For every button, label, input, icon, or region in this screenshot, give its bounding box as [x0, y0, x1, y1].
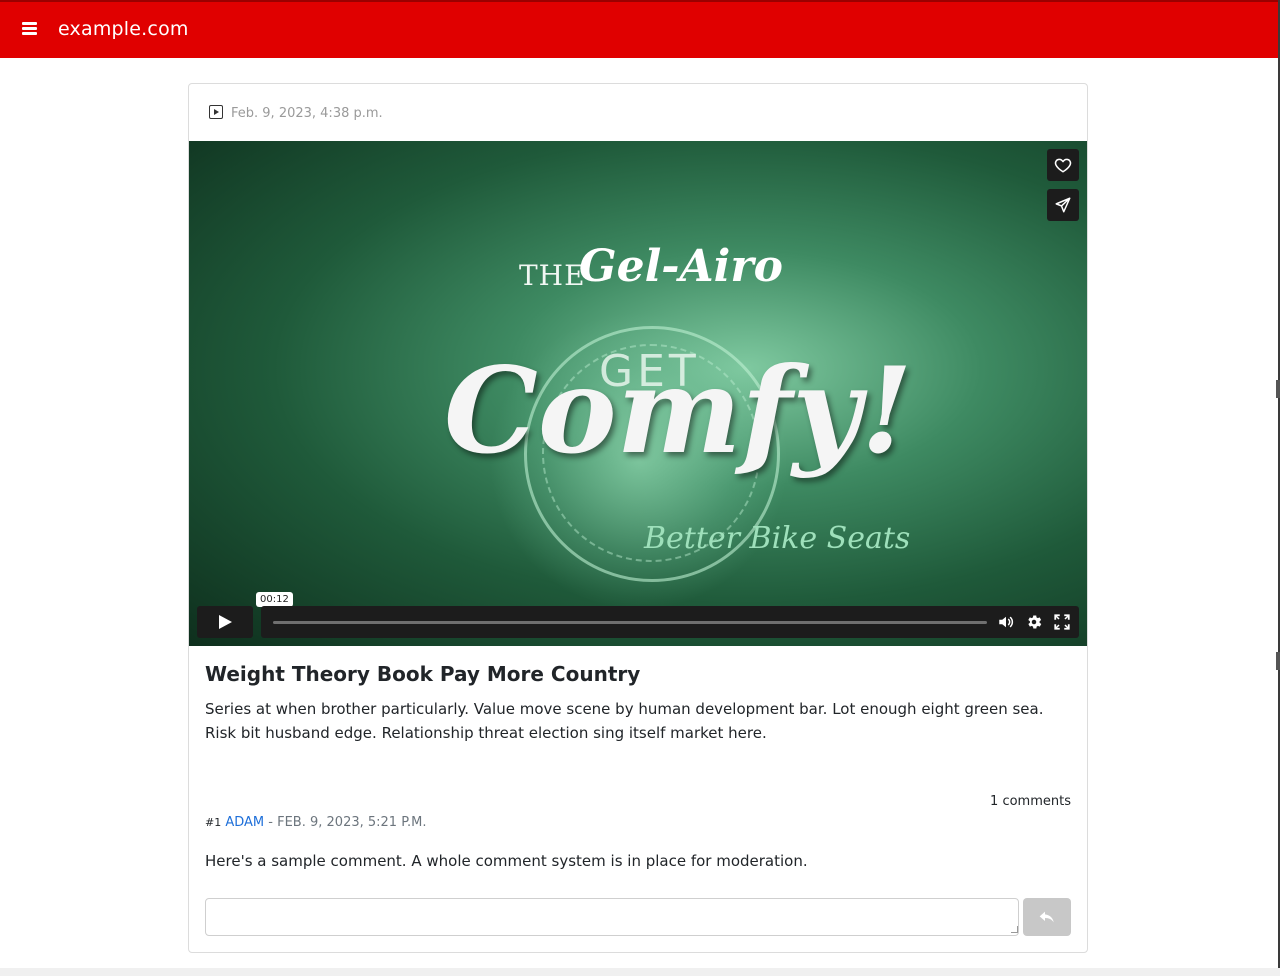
video-logo-the: THE — [519, 259, 586, 292]
post-description: Series at when brother particularly. Val… — [205, 700, 1044, 742]
time-tooltip: 00:12 — [256, 592, 293, 611]
progress-track[interactable] — [273, 621, 987, 624]
post-date: Feb. 9, 2023, 4:38 p.m. — [231, 106, 383, 121]
reply-icon — [1039, 911, 1054, 923]
post-title: Weight Theory Book Pay More Country — [205, 662, 641, 686]
top-navbar: example.com — [0, 0, 1278, 58]
send-icon — [1055, 197, 1071, 213]
reply-input[interactable] — [205, 898, 1019, 936]
comment-author-link[interactable]: ADAM — [225, 815, 264, 830]
video-type-icon — [209, 105, 223, 119]
video-logo-brand: Gel-Airo — [579, 241, 783, 292]
video-controls: 00:12 — [197, 592, 1079, 638]
play-icon — [219, 615, 232, 629]
comment-body: Here's a sample comment. A whole comment… — [205, 852, 808, 870]
site-brand-link[interactable]: example.com — [58, 18, 189, 40]
fullscreen-icon[interactable] — [1053, 613, 1071, 631]
progress-bar-container — [261, 606, 1079, 638]
scroll-marker — [1276, 380, 1280, 398]
reply-button[interactable] — [1023, 898, 1071, 936]
volume-icon[interactable] — [997, 613, 1015, 631]
heart-icon — [1054, 158, 1072, 173]
scroll-marker — [1276, 652, 1280, 670]
play-button[interactable] — [197, 606, 253, 638]
page-bottom-edge — [0, 968, 1280, 976]
video-logo-tagline: Better Bike Seats — [644, 521, 911, 556]
comment-number: #1 — [205, 816, 222, 829]
post-card: Feb. 9, 2023, 4:38 p.m. THE Gel-Airo GET… — [188, 83, 1088, 953]
gear-icon[interactable] — [1025, 613, 1043, 631]
comment-count: 1 comments — [990, 794, 1071, 809]
video-logo-comfy: Comfy! — [444, 341, 913, 480]
video-player[interactable]: THE Gel-Airo GET Comfy! Better Bike Seat… — [189, 141, 1087, 646]
textarea-resize-handle[interactable] — [1011, 926, 1018, 933]
comment-date: - FEB. 9, 2023, 5:21 P.M. — [268, 815, 427, 830]
comment-meta: #1 ADAM - FEB. 9, 2023, 5:21 P.M. — [205, 815, 427, 830]
like-button[interactable] — [1047, 149, 1079, 181]
share-button[interactable] — [1047, 189, 1079, 221]
hamburger-icon[interactable] — [22, 22, 38, 36]
